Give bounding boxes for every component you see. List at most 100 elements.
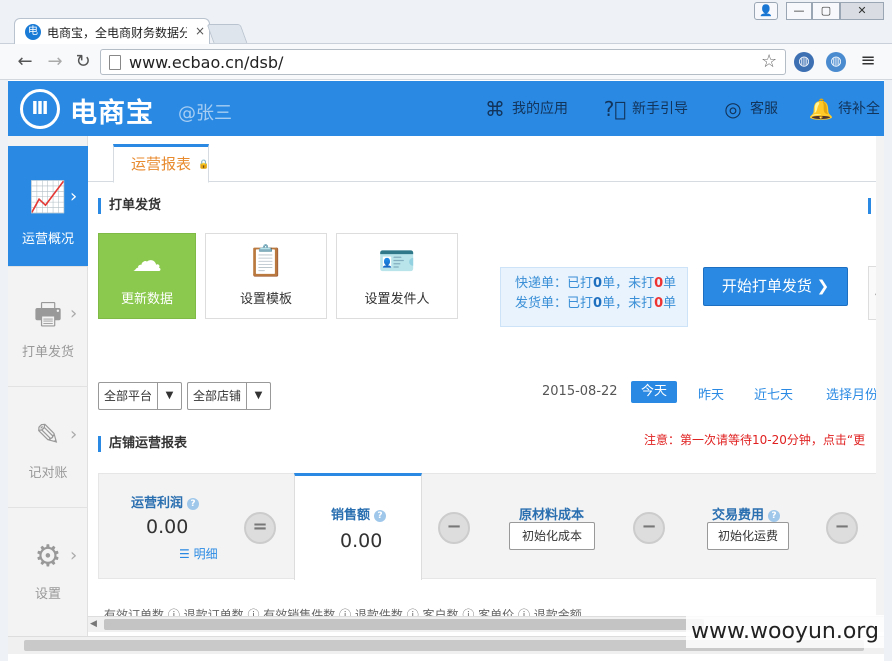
nav-pending[interactable]: 🔔 待补全	[808, 97, 880, 121]
window-frame-right	[884, 80, 892, 661]
chevron-right-icon: ❯	[816, 277, 830, 295]
page-icon	[109, 55, 121, 70]
minimize-button[interactable]: —	[786, 2, 812, 20]
gear-icon: ⚙	[34, 539, 62, 574]
scroll-left-icon[interactable]: ◀	[90, 618, 102, 631]
nav-service[interactable]: ◎ 客服	[720, 97, 778, 121]
set-template-card[interactable]: 📋 设置模板	[205, 233, 327, 319]
back-arrow-icon[interactable]: ←	[14, 52, 36, 72]
apps-icon: ⌘	[485, 97, 505, 121]
transaction-fee-label: 交易费用?	[712, 504, 781, 523]
sidebar-item-label: 运营概况	[21, 232, 74, 247]
watermark: www.wooyun.org	[686, 615, 884, 648]
logo-text[interactable]: 电商宝	[70, 91, 154, 130]
window-frame-left	[0, 80, 8, 661]
help-icon[interactable]: ?	[768, 509, 781, 522]
new-tab-button[interactable]	[206, 24, 248, 43]
profit-label: 运营利润?	[131, 492, 200, 511]
stat-label-text: 销售额	[331, 508, 371, 523]
help-icon[interactable]: ?	[374, 509, 387, 522]
last-seven-days-link[interactable]: 近七天	[754, 384, 793, 403]
maximize-button[interactable]: ▢	[812, 2, 840, 20]
address-bar[interactable]: www.ecbao.cn/dsb/ ☆	[100, 49, 786, 75]
section-title-print: 打单发货	[98, 198, 161, 214]
forward-arrow-icon[interactable]: →	[44, 52, 66, 72]
nav-label: 待补全	[838, 101, 880, 117]
logo-icon: Ⅲ	[20, 89, 60, 129]
status-text: 快递单：已打	[515, 276, 594, 291]
platform-select[interactable]: 全部平台 ▼	[98, 382, 182, 410]
current-date: 2015-08-22	[542, 384, 618, 399]
close-window-button[interactable]: ✕	[840, 2, 884, 20]
unprinted-count: 0	[654, 296, 664, 311]
edit-icon: ✎	[35, 418, 61, 453]
chevron-right-icon: ›	[70, 303, 78, 324]
order-print-status: 快递单：已打0单，未打0单 发货单：已打0单，未打0单	[500, 267, 688, 327]
sidebar: 📈 › 运营概况 🖶 › 打单发货 ✎ › 记对账 ⚙ › 设置	[8, 136, 88, 636]
card-label: 设置模板	[239, 292, 292, 307]
stat-label-text: 运营利润	[131, 496, 184, 511]
sidebar-item-overview[interactable]: 📈 › 运营概况	[8, 146, 88, 267]
nav-my-apps[interactable]: ⌘ 我的应用	[482, 97, 568, 121]
site-favicon-icon: 电	[25, 24, 41, 40]
url-text[interactable]: www.ecbao.cn/dsb/	[129, 53, 283, 72]
main-content: 运营报表 🔒 打单发货 』 ☁ 更新数据 📋 设置模板 🪪 设置发件人 快递单：…	[88, 136, 890, 616]
sidebar-item-ledger[interactable]: ✎ › 记对账	[8, 388, 88, 508]
sidebar-item-print[interactable]: 🖶 › 打单发货	[8, 267, 88, 387]
select-value: 全部平台	[104, 389, 153, 403]
printer-icon: 🖶	[33, 297, 63, 332]
express-status-line: 快递单：已打0单，未打0单	[515, 274, 687, 294]
hamburger-menu-icon[interactable]: ≡	[858, 51, 878, 71]
vertical-scrollbar[interactable]	[876, 136, 884, 616]
update-data-card[interactable]: ☁ 更新数据	[98, 233, 196, 319]
chart-line-icon: 📈	[29, 180, 67, 215]
browser-tab[interactable]: 电 电商宝，全电商财务数据分 ×	[14, 18, 210, 45]
username[interactable]: @张三	[178, 99, 232, 125]
today-button[interactable]: 今天	[631, 381, 677, 403]
chevron-down-icon: ▼	[246, 383, 270, 409]
browser-titlebar: 电 电商宝，全电商财务数据分 × 👤 — ▢ ✕	[0, 0, 892, 45]
sales-stat-card[interactable]	[294, 473, 422, 580]
sidebar-item-settings[interactable]: ⚙ › 设置	[8, 509, 88, 629]
status-text: 单	[663, 296, 677, 311]
tab-close-icon[interactable]: ×	[193, 23, 207, 39]
bookmark-star-icon[interactable]: ☆	[761, 51, 777, 72]
clipboard-icon: 📋	[247, 244, 285, 279]
notice-text: 注意：第一次请等待10-20分钟，点击“更	[644, 433, 866, 447]
card-label: 更新数据	[120, 292, 173, 307]
nav-label: 新手引导	[632, 101, 688, 117]
minus-icon: −	[633, 512, 665, 544]
chevron-right-icon: ›	[70, 424, 78, 445]
profile-icon[interactable]: 👤	[754, 2, 778, 20]
nav-guide[interactable]: ?⃝ 新手引导	[602, 97, 688, 121]
detail-link[interactable]: ☰ 明细	[179, 545, 218, 562]
tab-label: 运营报表	[130, 155, 191, 173]
globe-icon[interactable]: ◍	[794, 52, 814, 72]
scrollbar-thumb[interactable]	[104, 619, 704, 630]
section-title-marker	[868, 198, 871, 214]
yesterday-link[interactable]: 昨天	[698, 384, 724, 403]
equals-icon: =	[244, 512, 276, 544]
help-icon[interactable]: ?	[187, 497, 200, 510]
tab-operation-report[interactable]: 运营报表 🔒	[113, 144, 209, 183]
init-shipping-button[interactable]: 初始化运费	[707, 522, 789, 550]
stat-label-text: 交易费用	[712, 508, 765, 523]
init-cost-button[interactable]: 初始化成本	[509, 522, 595, 550]
shop-select[interactable]: 全部店铺 ▼	[187, 382, 271, 410]
globe-icon[interactable]: ◍	[826, 52, 846, 72]
material-cost-label: 原材料成本	[519, 508, 585, 523]
card-label: 设置发件人	[364, 292, 430, 307]
reload-icon[interactable]: ↻	[72, 52, 94, 72]
sales-label: 销售额?	[331, 504, 387, 523]
browser-toolbar: ← → ↻ www.ecbao.cn/dsb/ ☆ ◍ ◍ ≡	[0, 44, 892, 80]
set-sender-card[interactable]: 🪪 设置发件人	[336, 233, 458, 319]
sidebar-item-label: 打单发货	[21, 345, 74, 360]
printed-count: 0	[593, 276, 603, 291]
select-month-link[interactable]: 选择月份	[826, 384, 878, 403]
help-icon: ?⃝	[603, 97, 627, 121]
sidebar-item-label: 记对账	[28, 466, 68, 481]
id-card-icon: 🪪	[378, 244, 416, 279]
section-title-shop-report: 店铺运营报表	[98, 436, 187, 452]
chevron-right-icon: ›	[70, 186, 78, 207]
start-print-button[interactable]: 开始打单发货 ❯	[703, 267, 848, 306]
